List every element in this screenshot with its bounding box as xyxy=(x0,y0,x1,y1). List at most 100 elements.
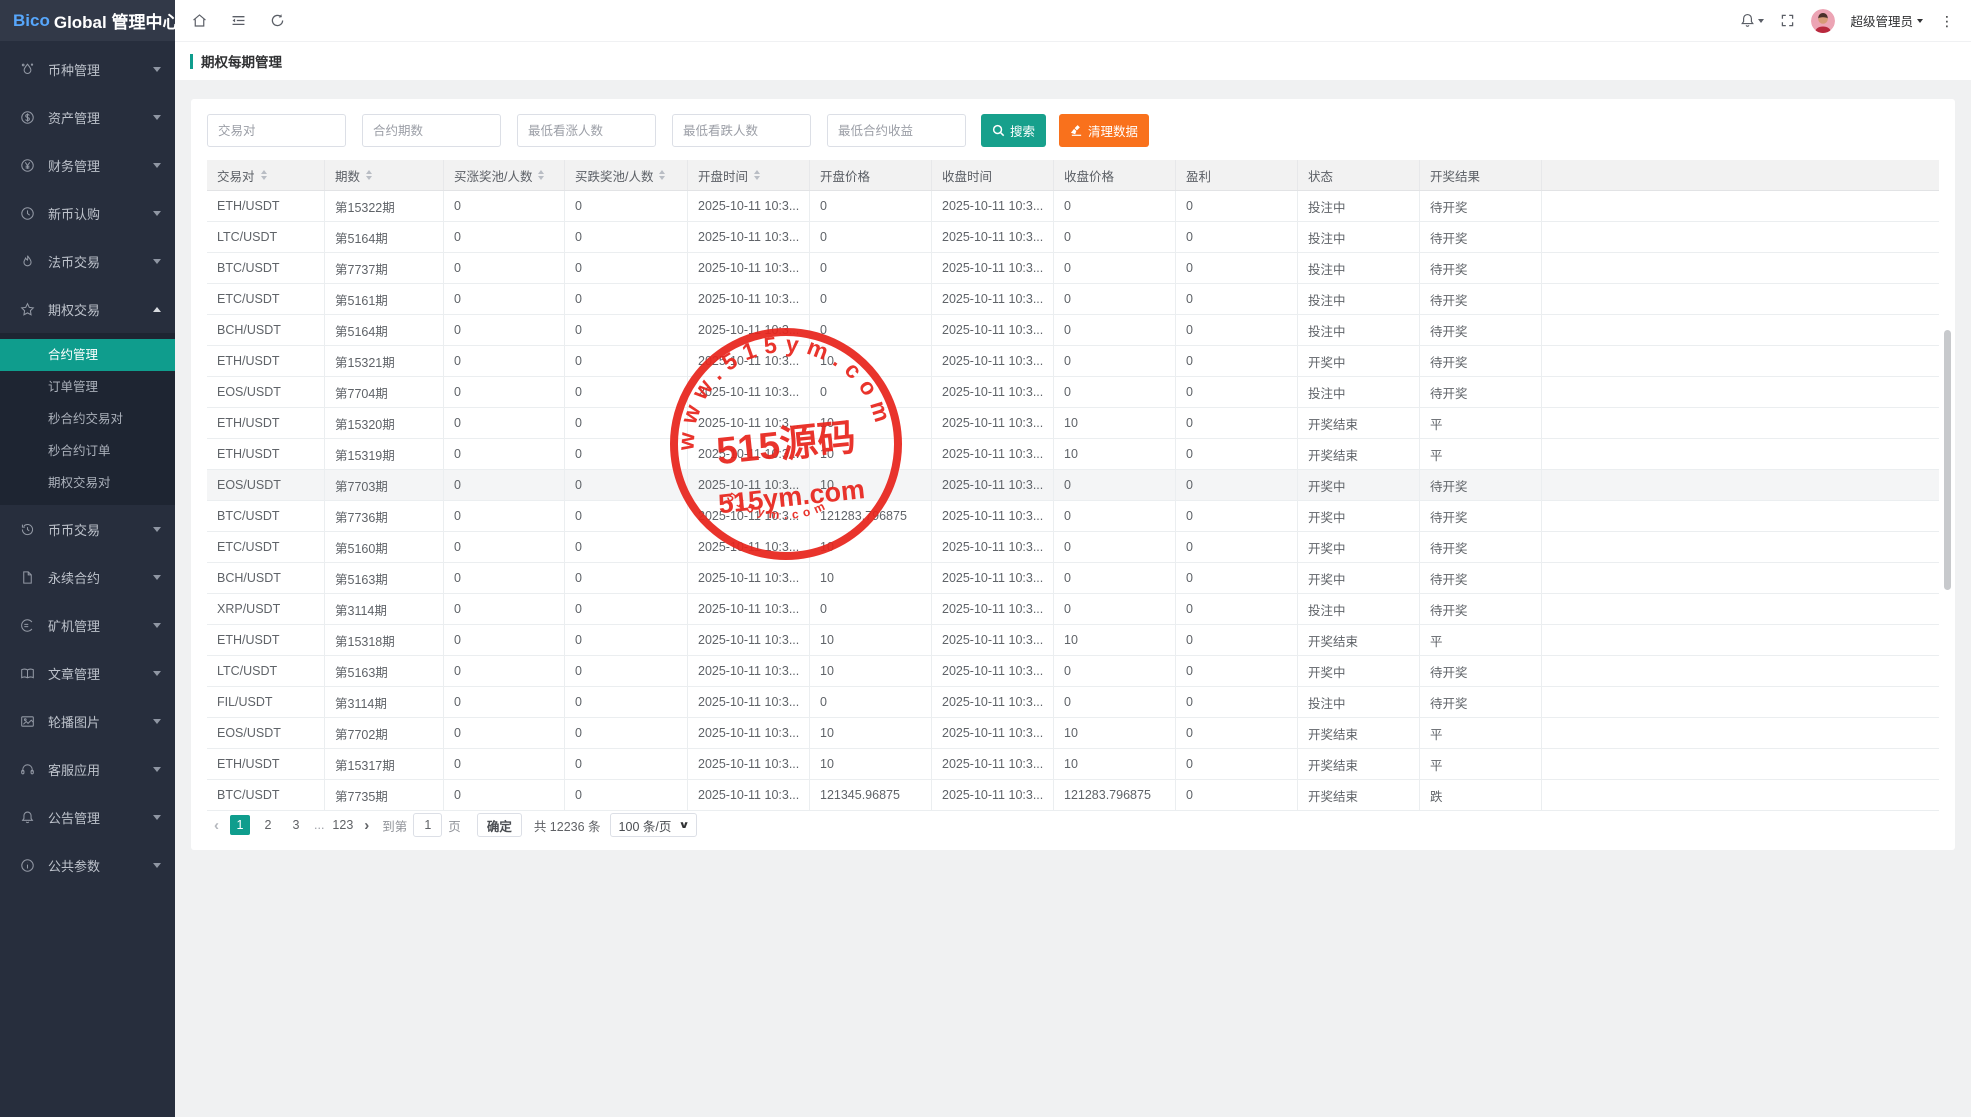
sidebar-item-label: 币种管理 xyxy=(48,60,153,79)
table-cell: 10 xyxy=(1054,408,1176,438)
page-number-active[interactable]: 1 xyxy=(230,815,250,835)
table-cell: 10 xyxy=(810,563,932,593)
title-accent-bar xyxy=(190,54,193,69)
table-cell: 0 xyxy=(1176,687,1298,717)
sidebar-item-asset[interactable]: 资产管理 xyxy=(0,93,175,141)
search-button[interactable]: 搜索 xyxy=(981,114,1046,147)
table-cell: 第7737期 xyxy=(325,253,444,283)
sidebar: Bico Global 管理中心 币种管理资产管理财务管理新币认购法币交易期权交… xyxy=(0,0,175,1117)
table-cell: 开奖结束 xyxy=(1298,625,1420,655)
sidebar-nav: 币种管理资产管理财务管理新币认购法币交易期权交易合约管理订单管理秒合约交易对秒合… xyxy=(0,41,175,889)
table-cell: 0 xyxy=(1176,470,1298,500)
table-row: BTC/USDT第7736期002025-10-11 10:3...121283… xyxy=(207,501,1939,532)
sort-icon[interactable] xyxy=(659,170,665,180)
page-number[interactable]: 123 xyxy=(332,815,353,835)
sidebar-item-label: 财务管理 xyxy=(48,156,153,175)
collapse-menu-icon[interactable] xyxy=(230,12,247,29)
admin-menu[interactable]: 超级管理员 xyxy=(1850,11,1923,30)
sidebar-item-perpetual[interactable]: 永续合约 xyxy=(0,553,175,601)
table-cell: 第15322期 xyxy=(325,191,444,221)
refresh-icon[interactable] xyxy=(269,12,286,29)
sidebar-item-coin[interactable]: 币种管理 xyxy=(0,45,175,93)
clean-data-button[interactable]: 清理数据 xyxy=(1059,114,1149,147)
table-cell: 第5163期 xyxy=(325,563,444,593)
table-cell: 第7702期 xyxy=(325,718,444,748)
table-cell: 0 xyxy=(1054,563,1176,593)
avatar[interactable] xyxy=(1811,9,1835,33)
sort-icon[interactable] xyxy=(261,170,267,180)
page-size-select[interactable]: 100 条/页 ∨ xyxy=(610,813,698,837)
column-header[interactable]: 期数 xyxy=(325,160,444,190)
sidebar-item-option[interactable]: 期权交易 xyxy=(0,285,175,333)
submenu-item[interactable]: 秒合约交易对 xyxy=(0,403,175,435)
filter-input-3[interactable] xyxy=(672,114,811,147)
sidebar-item-newcoin[interactable]: 新币认购 xyxy=(0,189,175,237)
filter-input-4[interactable] xyxy=(827,114,966,147)
sidebar-item-service[interactable]: 客服应用 xyxy=(0,745,175,793)
table-cell: 2025-10-11 10:3... xyxy=(932,253,1054,283)
table-cell: 0 xyxy=(565,439,688,469)
column-header[interactable]: 买跌奖池/人数 xyxy=(565,160,688,190)
table-row: ETH/USDT第15319期002025-10-11 10:3...10202… xyxy=(207,439,1939,470)
table-cell: 0 xyxy=(565,563,688,593)
submenu-item[interactable]: 订单管理 xyxy=(0,371,175,403)
sidebar-item-params[interactable]: 公共参数 xyxy=(0,841,175,889)
table-cell: 第15321期 xyxy=(325,346,444,376)
fullscreen-icon[interactable] xyxy=(1779,12,1796,29)
table-cell: 平 xyxy=(1420,749,1542,779)
page-number[interactable]: 3 xyxy=(286,815,306,835)
table-cell: 0 xyxy=(565,532,688,562)
table-cell: 投注中 xyxy=(1298,253,1420,283)
table-cell: 0 xyxy=(1176,594,1298,624)
home-icon[interactable] xyxy=(191,12,208,29)
filter-input-1[interactable] xyxy=(362,114,501,147)
table-row: BCH/USDT第5164期002025-10-11 10:3...02025-… xyxy=(207,315,1939,346)
table-cell: 待开奖 xyxy=(1420,253,1542,283)
sidebar-item-miner[interactable]: 矿机管理 xyxy=(0,601,175,649)
filter-input-0[interactable] xyxy=(207,114,346,147)
next-page-button[interactable]: › xyxy=(357,817,376,834)
table-cell: 0 xyxy=(1054,501,1176,531)
prev-page-button[interactable]: ‹ xyxy=(207,817,226,834)
table-cell: 0 xyxy=(565,656,688,686)
sidebar-item-notice[interactable]: 公告管理 xyxy=(0,793,175,841)
sidebar-item-finance[interactable]: 财务管理 xyxy=(0,141,175,189)
column-header[interactable]: 开盘时间 xyxy=(688,160,810,190)
table-cell: XRP/USDT xyxy=(207,594,325,624)
column-header[interactable]: 交易对 xyxy=(207,160,325,190)
table-cell: 第7703期 xyxy=(325,470,444,500)
filter-input-2[interactable] xyxy=(517,114,656,147)
sort-icon[interactable] xyxy=(538,170,544,180)
submenu-item[interactable]: 期权交易对 xyxy=(0,467,175,499)
sidebar-item-spot[interactable]: 币币交易 xyxy=(0,505,175,553)
table-cell: 2025-10-11 10:3... xyxy=(932,439,1054,469)
sidebar-item-label: 矿机管理 xyxy=(48,616,153,635)
sort-icon[interactable] xyxy=(366,170,372,180)
goto-page-input[interactable] xyxy=(413,813,442,837)
kebab-menu-icon[interactable]: ⋮ xyxy=(1938,12,1956,30)
sidebar-item-article[interactable]: 文章管理 xyxy=(0,649,175,697)
yen-circle-icon xyxy=(20,157,37,173)
vertical-scrollbar[interactable] xyxy=(1944,330,1951,590)
table-row: LTC/USDT第5163期002025-10-11 10:3...102025… xyxy=(207,656,1939,687)
table-cell: 第7735期 xyxy=(325,780,444,810)
table-cell: 2025-10-11 10:3... xyxy=(688,408,810,438)
table-cell: 0 xyxy=(444,315,565,345)
table-cell: 0 xyxy=(565,780,688,810)
notifications-button[interactable] xyxy=(1739,12,1764,29)
content-card: 搜索 清理数据 交易对期数买涨奖池/人数买跌奖池/人数开盘时间开盘价格收盘时间收… xyxy=(191,99,1955,850)
table-cell: 2025-10-11 10:3... xyxy=(932,377,1054,407)
page-number[interactable]: 2 xyxy=(258,815,278,835)
submenu-item[interactable]: 秒合约订单 xyxy=(0,435,175,467)
table-cell: 2025-10-11 10:3... xyxy=(932,408,1054,438)
sidebar-item-fiat[interactable]: 法币交易 xyxy=(0,237,175,285)
table-cell: 开奖结束 xyxy=(1298,439,1420,469)
column-header[interactable]: 买涨奖池/人数 xyxy=(444,160,565,190)
table-cell: 平 xyxy=(1420,439,1542,469)
confirm-page-button[interactable]: 确定 xyxy=(477,813,522,837)
title-bar: 期权每期管理 xyxy=(175,41,1971,80)
sidebar-item-banner[interactable]: 轮播图片 xyxy=(0,697,175,745)
sort-icon[interactable] xyxy=(754,170,760,180)
submenu-item-active[interactable]: 合约管理 xyxy=(0,339,175,371)
table-cell: 121345.96875 xyxy=(810,780,932,810)
